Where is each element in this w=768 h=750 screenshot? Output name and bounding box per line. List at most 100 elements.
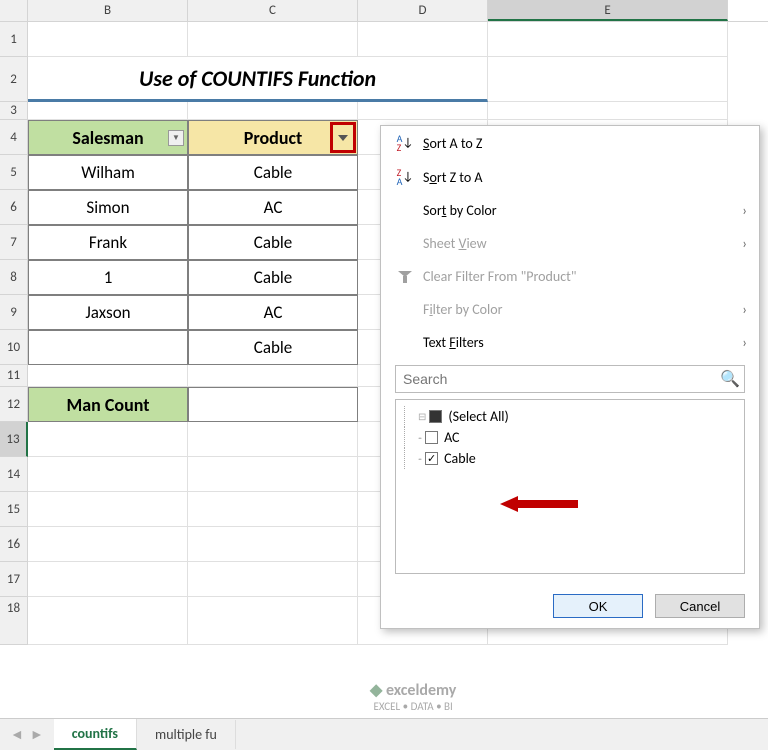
watermark: ◆ exceldemy EXCEL • DATA • BI [370, 680, 456, 713]
cell-product[interactable]: Cable [188, 155, 358, 190]
cell[interactable] [28, 527, 188, 562]
cell[interactable] [28, 22, 188, 57]
chevron-right-icon: › [742, 202, 747, 219]
checkbox-icon[interactable] [425, 452, 438, 465]
row-header[interactable]: 15 [0, 492, 28, 527]
column-header-D[interactable]: D [358, 0, 488, 21]
cell[interactable] [488, 57, 728, 102]
cell[interactable] [188, 492, 358, 527]
filter-item-ac[interactable]: ··AC [400, 427, 740, 448]
cell-product[interactable]: Cable [188, 225, 358, 260]
row-header[interactable]: 13 [0, 422, 28, 457]
man-count-label[interactable]: Man Count [28, 387, 188, 422]
cell[interactable] [28, 102, 188, 120]
row-header[interactable]: 5 [0, 155, 28, 190]
cell[interactable] [188, 365, 358, 387]
tab-prev-icon[interactable]: ◄ [10, 726, 24, 743]
row-header[interactable]: 4 [0, 120, 28, 155]
sheet-tabs-bar: ◄► countifs multiple fu [0, 718, 768, 750]
cell[interactable] [188, 527, 358, 562]
cell[interactable] [188, 102, 358, 120]
header-label: Product [244, 127, 303, 149]
cell-salesman[interactable] [28, 330, 188, 365]
row-header[interactable]: 17 [0, 562, 28, 597]
row-header[interactable]: 8 [0, 260, 28, 295]
row-header[interactable]: 10 [0, 330, 28, 365]
filter-dropdown-icon[interactable]: ▼ [168, 130, 184, 146]
column-header-B[interactable]: B [28, 0, 188, 21]
cell-salesman[interactable]: Frank [28, 225, 188, 260]
header-product[interactable]: Product [188, 120, 358, 155]
cell[interactable] [28, 492, 188, 527]
column-header-E[interactable]: E [488, 0, 728, 21]
search-icon: 🔍 [720, 369, 740, 389]
cell[interactable] [28, 422, 188, 457]
filter-item-label: Cable [444, 450, 476, 467]
header-salesman[interactable]: Salesman ▼ [28, 120, 188, 155]
filter-values-list: ⊟(Select All) ··AC ··Cable [395, 399, 745, 574]
cell[interactable] [188, 422, 358, 457]
row-header[interactable]: 9 [0, 295, 28, 330]
filter-item-select-all[interactable]: ⊟(Select All) [400, 406, 740, 427]
cell[interactable] [28, 365, 188, 387]
header-label: Salesman [72, 127, 143, 149]
row-header[interactable]: 14 [0, 457, 28, 492]
title-cell[interactable]: Use of COUNTIFS Function [28, 57, 488, 102]
row-header[interactable]: 18 [0, 597, 28, 645]
row-header[interactable]: 3 [0, 102, 28, 120]
column-header-C[interactable]: C [188, 0, 358, 21]
text-filters[interactable]: Text Filters› [381, 326, 759, 359]
cell[interactable] [188, 597, 358, 645]
sort-by-color[interactable]: Sort by Color› [381, 194, 759, 227]
select-all-corner[interactable] [0, 0, 28, 21]
filter-dropdown-highlighted[interactable] [330, 122, 356, 153]
cell[interactable] [358, 22, 488, 57]
cell-product[interactable]: Cable [188, 330, 358, 365]
row-header[interactable]: 12 [0, 387, 28, 422]
row-header[interactable]: 11 [0, 365, 28, 387]
row-header[interactable]: 7 [0, 225, 28, 260]
filter-dropdown-menu: AZ↓SSort A to Zort A to Z ZA↓Sort Z to A… [380, 125, 760, 629]
tab-next-icon[interactable]: ► [30, 726, 44, 743]
cell-product[interactable]: Cable [188, 260, 358, 295]
cell[interactable] [488, 22, 728, 57]
cell-product[interactable]: AC [188, 295, 358, 330]
cell[interactable] [28, 562, 188, 597]
cell[interactable] [188, 457, 358, 492]
funnel-icon [393, 271, 417, 283]
sort-z-to-a[interactable]: ZA↓Sort Z to A [381, 160, 759, 194]
filter-search-input[interactable] [400, 368, 720, 390]
sheet-tab-countifs[interactable]: countifs [54, 719, 137, 750]
cell-salesman[interactable]: 1 [28, 260, 188, 295]
cell[interactable] [28, 457, 188, 492]
row-header[interactable]: 2 [0, 57, 28, 102]
cell[interactable] [28, 597, 188, 645]
row-header[interactable]: 6 [0, 190, 28, 225]
filter-item-label: (Select All) [448, 408, 508, 425]
checkbox-icon[interactable] [425, 431, 438, 444]
cancel-button[interactable]: Cancel [655, 594, 745, 618]
cell[interactable] [188, 562, 358, 597]
filter-item-cable[interactable]: ··Cable [400, 448, 740, 469]
ok-button[interactable]: OK [553, 594, 643, 618]
cell[interactable] [488, 102, 728, 120]
checkbox-icon[interactable] [429, 410, 442, 423]
tab-nav[interactable]: ◄► [0, 726, 54, 743]
cell-product[interactable]: AC [188, 190, 358, 225]
man-count-value[interactable] [188, 387, 358, 422]
cell-salesman[interactable]: Simon [28, 190, 188, 225]
chevron-right-icon: › [742, 235, 747, 252]
sort-a-to-z[interactable]: AZ↓SSort A to Zort A to Z [381, 126, 759, 160]
sheet-view: Sheet View› [381, 227, 759, 260]
cell-salesman[interactable]: Jaxson [28, 295, 188, 330]
sort-za-icon: ZA↓ [393, 168, 417, 186]
cell[interactable] [358, 102, 488, 120]
row-header[interactable]: 1 [0, 22, 28, 57]
cell-salesman[interactable]: Wilham [28, 155, 188, 190]
chevron-right-icon: › [742, 301, 747, 318]
row-header[interactable]: 16 [0, 527, 28, 562]
filter-search[interactable]: 🔍 [395, 365, 745, 393]
cell[interactable] [188, 22, 358, 57]
chevron-right-icon: › [742, 334, 747, 351]
sheet-tab-multiple[interactable]: multiple fu [137, 720, 236, 749]
